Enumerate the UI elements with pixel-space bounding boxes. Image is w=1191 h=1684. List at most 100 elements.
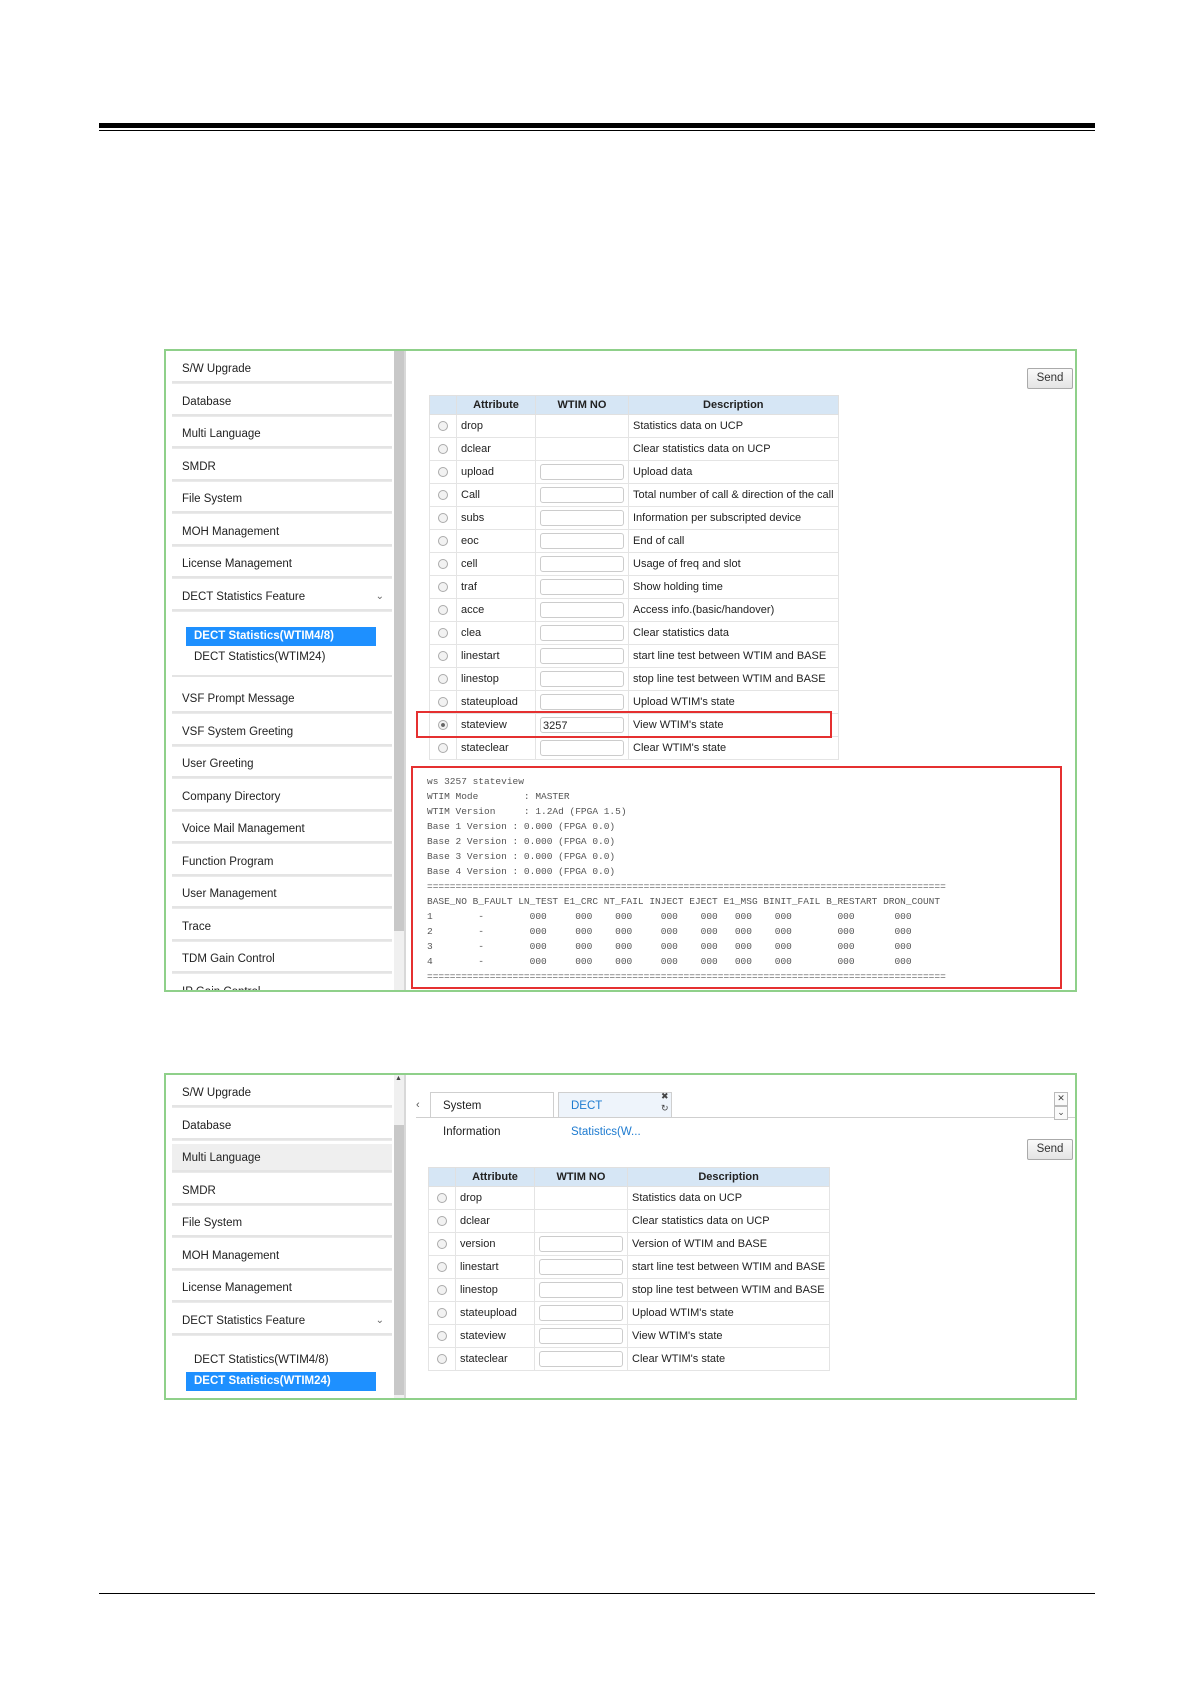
radio-version[interactable] [437, 1239, 447, 1250]
sidebar-item-trace[interactable]: Trace [172, 912, 392, 941]
wtim-no-input-stateclear[interactable] [539, 1351, 623, 1367]
submenu-item-dect-statistics-wtim24[interactable]: DECT Statistics(WTIM24) [186, 648, 376, 667]
radio-dclear[interactable] [437, 1216, 447, 1227]
chevron-down-icon[interactable]: ⌄ [376, 1307, 384, 1335]
send-button[interactable]: Send [1027, 1139, 1073, 1160]
radio-stateclear[interactable] [437, 1354, 447, 1365]
sidebar-item-multi-language[interactable]: Multi Language [172, 1144, 392, 1172]
sidebar-item-moh-management[interactable]: MOH Management [172, 517, 392, 546]
submenu-item-dect-statistics-wtim4-8[interactable]: DECT Statistics(WTIM4/8) [186, 1351, 376, 1370]
radio-upload[interactable] [438, 467, 448, 478]
sidebar-item-vsf-prompt-message[interactable]: VSF Prompt Message [172, 685, 392, 713]
wtim-no-input-cell[interactable] [540, 556, 624, 572]
wtim-no-input-linestop[interactable] [539, 1282, 623, 1298]
wtim-no-input-stateupload[interactable] [539, 1305, 623, 1321]
sidebar-item-database[interactable]: Database [172, 1111, 392, 1140]
wtim-no-input-clea[interactable] [540, 625, 624, 641]
sidebar-item-function-program[interactable]: Function Program [172, 847, 392, 876]
wtim-no-input-upload[interactable] [540, 464, 624, 480]
wtim-no-input-eoc[interactable] [540, 533, 624, 549]
attribute-cell: Call [456, 483, 536, 507]
chevron-down-icon[interactable]: ⌄ [376, 583, 384, 611]
radio-stateupload[interactable] [438, 697, 448, 708]
attribute-cell: linestart [456, 644, 536, 668]
wtim-no-input-linestart[interactable] [539, 1259, 623, 1275]
wtim-no-input-subs[interactable] [540, 510, 624, 526]
wtim-no-input-stateupload[interactable] [540, 694, 624, 710]
sidebar-item-file-system[interactable]: File System [172, 1209, 392, 1237]
sidebar-item-license-management[interactable]: License Management [172, 550, 392, 578]
tab-dect-statistics[interactable]: DECT Statistics(W... [558, 1092, 672, 1138]
radio-cell [429, 644, 457, 668]
radio-dclear[interactable] [438, 444, 448, 455]
wtim-no-input-stateclear[interactable] [540, 740, 624, 756]
tab-close-icon[interactable]: ✖ [661, 1091, 669, 1102]
wtim-no-input-traf[interactable] [540, 579, 624, 595]
chevron-left-icon[interactable]: ‹ [416, 1099, 420, 1111]
sidebar-item-vsf-system-greeting[interactable]: VSF System Greeting [172, 717, 392, 746]
wtim-no-input-call[interactable] [540, 487, 624, 503]
description-cell: Upload data [628, 460, 839, 484]
console-line: BASE_NO B_FAULT LN_TEST E1_CRC NT_FAIL I… [427, 896, 941, 907]
radio-stateclear[interactable] [438, 743, 448, 754]
sidebar-item-smdr[interactable]: SMDR [172, 452, 392, 481]
sidebar-item-license-management[interactable]: License Management [172, 1274, 392, 1302]
pane-divider [404, 1075, 406, 1398]
wtim-no-cell [534, 1278, 628, 1302]
radio-eoc[interactable] [438, 536, 448, 547]
chevron-down-icon[interactable]: ⌄ [1054, 1106, 1068, 1120]
radio-subs[interactable] [438, 513, 448, 524]
tab-refresh-icon[interactable]: ↻ [661, 1103, 669, 1114]
sidebar-item-company-directory[interactable]: Company Directory [172, 782, 392, 811]
wtim-no-input-linestart[interactable] [540, 648, 624, 664]
radio-stateupload[interactable] [437, 1308, 447, 1319]
sidebar-item-dect-statistics-feature[interactable]: DECT Statistics Feature ⌄ [172, 582, 392, 611]
sidebar-item-user-management[interactable]: User Management [172, 880, 392, 908]
radio-drop[interactable] [437, 1193, 447, 1204]
radio-call[interactable] [438, 490, 448, 501]
table-row: cell Usage of freq and slot [429, 552, 839, 576]
submenu-item-dect-statistics-wtim4-8[interactable]: DECT Statistics(WTIM4/8) [186, 627, 376, 646]
sidebar-scroll-thumb[interactable] [394, 1125, 404, 1395]
sidebar-item-moh-management[interactable]: MOH Management [172, 1241, 392, 1270]
sidebar-item-s-w-upgrade[interactable]: S/W Upgrade [172, 355, 392, 383]
radio-linestop[interactable] [437, 1285, 447, 1296]
wtim-no-cell [534, 1209, 628, 1233]
radio-clea[interactable] [438, 628, 448, 639]
radio-linestop[interactable] [438, 674, 448, 685]
sidebar-item-voice-mail-management[interactable]: Voice Mail Management [172, 815, 392, 843]
radio-cell [428, 1209, 456, 1233]
sidebar-item-smdr[interactable]: SMDR [172, 1176, 392, 1205]
wtim-no-input-version[interactable] [539, 1236, 623, 1252]
sidebar-item-multi-language[interactable]: Multi Language [172, 420, 392, 448]
radio-header [429, 395, 457, 415]
sidebar-item-ip-gain-control[interactable]: IP Gain Control [172, 977, 392, 990]
tab-system-information[interactable]: System Information [430, 1092, 554, 1138]
wtim-no-input-linestop[interactable] [540, 671, 624, 687]
sidebar-item-tdm-gain-control[interactable]: TDM Gain Control [172, 945, 392, 973]
sidebar-item-file-system[interactable]: File System [172, 485, 392, 513]
radio-linestart[interactable] [437, 1262, 447, 1273]
radio-cell[interactable] [438, 559, 448, 570]
send-button[interactable]: Send [1027, 368, 1073, 389]
radio-acce[interactable] [438, 605, 448, 616]
wtim-no-input-acce[interactable] [540, 602, 624, 618]
sidebar-item-database[interactable]: Database [172, 387, 392, 416]
description-cell: stop line test between WTIM and BASE [628, 667, 839, 691]
sidebar-item-user-greeting[interactable]: User Greeting [172, 750, 392, 778]
radio-stateview[interactable] [437, 1331, 447, 1342]
radio-linestart[interactable] [438, 651, 448, 662]
scroll-up-arrow-icon[interactable]: ▲ [395, 1075, 402, 1082]
close-icon[interactable]: ✕ [1054, 1092, 1068, 1106]
table-row: stateupload Upload WTIM's state [428, 1301, 831, 1325]
attribute-cell: cell [456, 552, 536, 576]
radio-traf[interactable] [438, 582, 448, 593]
table-row: acce Access info.(basic/handover) [429, 598, 839, 622]
sidebar-scroll-thumb[interactable] [394, 351, 404, 931]
radio-cell [429, 552, 457, 576]
submenu-item-dect-statistics-wtim24[interactable]: DECT Statistics(WTIM24) [186, 1372, 376, 1391]
sidebar-item-s-w-upgrade[interactable]: S/W Upgrade [172, 1079, 392, 1107]
sidebar-item-dect-statistics-feature[interactable]: DECT Statistics Feature ⌄ [172, 1306, 392, 1335]
wtim-no-input-stateview[interactable] [539, 1328, 623, 1344]
radio-drop[interactable] [438, 421, 448, 432]
